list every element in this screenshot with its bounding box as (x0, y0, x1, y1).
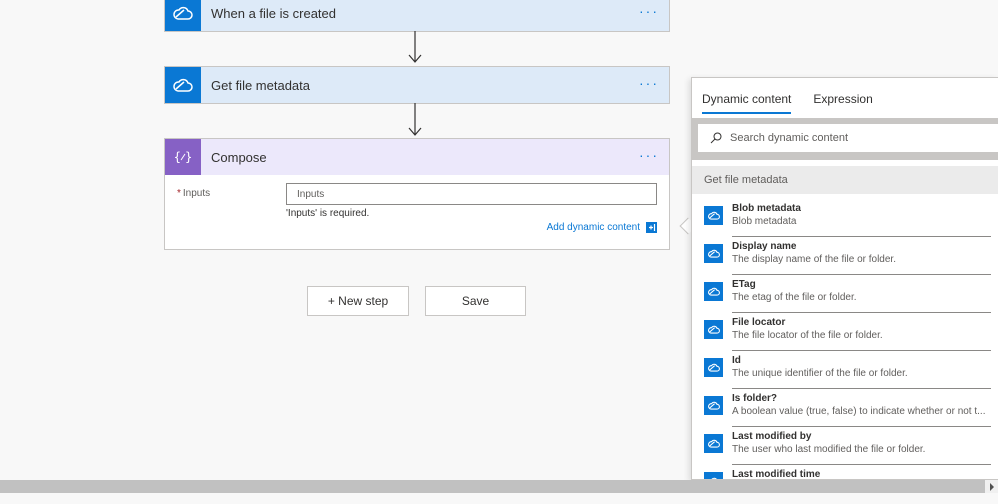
tab-expression[interactable]: Expression (813, 92, 872, 114)
item-description: Blob metadata (732, 216, 797, 227)
list-item[interactable]: Last modified time (692, 465, 998, 480)
compose-more-icon[interactable]: ··· (639, 147, 659, 163)
compose-card-header[interactable]: { } Compose ··· (165, 139, 669, 175)
cloud-icon (704, 358, 723, 377)
search-dynamic-content-input[interactable] (730, 132, 970, 144)
cloud-icon (704, 320, 723, 339)
dynamic-content-list: Blob metadata Blob metadata Display name… (692, 199, 998, 480)
compose-card-title: Compose (211, 149, 267, 165)
required-mark: * (177, 188, 181, 199)
add-dynamic-content-label: Add dynamic content (546, 222, 640, 233)
add-dynamic-content-link[interactable]: Add dynamic content (547, 222, 657, 233)
inputs-error-text: 'Inputs' is required. (286, 208, 370, 219)
item-title: Blob metadata (732, 203, 801, 214)
item-description: The etag of the file or folder. (732, 292, 857, 303)
trigger-card-header[interactable]: When a file is created ··· (165, 0, 669, 31)
list-item[interactable]: File locator The file locator of the fil… (692, 313, 998, 351)
search-container (692, 118, 998, 160)
compose-card-body: *Inputs 'Inputs' is required. Add dynami… (165, 175, 669, 249)
scroll-right-icon[interactable] (985, 480, 998, 493)
trigger-card-title: When a file is created (211, 5, 337, 21)
item-title: ETag (732, 279, 756, 290)
trigger-more-icon[interactable]: ··· (639, 3, 659, 19)
list-item[interactable]: ETag The etag of the file or folder. (692, 275, 998, 313)
new-step-button[interactable]: + New step (307, 286, 409, 316)
group-header: Get file metadata (692, 166, 998, 194)
bottom-strip (0, 493, 998, 504)
item-description: The user who last modified the file or f… (732, 444, 926, 455)
connector-arrow-icon (408, 103, 422, 136)
cloud-icon (704, 206, 723, 225)
save-button[interactable]: Save (425, 286, 526, 316)
search-icon (710, 132, 722, 144)
cloud-icon (704, 472, 723, 479)
item-title: File locator (732, 317, 786, 328)
metadata-more-icon[interactable]: ··· (639, 75, 659, 91)
inputs-field[interactable] (286, 183, 657, 205)
tab-dynamic-content[interactable]: Dynamic content (702, 92, 792, 114)
horizontal-scrollbar[interactable] (0, 480, 998, 493)
metadata-card-header[interactable]: Get file metadata ··· (165, 67, 669, 103)
inputs-label-text: Inputs (182, 188, 211, 199)
item-title: Id (732, 355, 741, 366)
search-box[interactable] (698, 124, 998, 152)
panel-tabs: Dynamic content Expression (702, 92, 895, 114)
item-title: Last modified by (732, 431, 812, 442)
compose-card[interactable]: { } Compose ··· *Inputs 'Inputs' is requ… (164, 138, 670, 250)
list-item[interactable]: Id The unique identifier of the file or … (692, 351, 998, 389)
add-dynamic-content-icon (646, 222, 657, 233)
scrollbar-thumb[interactable] (0, 480, 985, 493)
metadata-card-title: Get file metadata (211, 77, 310, 93)
connector-arrow-icon (408, 31, 422, 63)
dynamic-content-panel: Dynamic content Expression Get file meta… (691, 77, 998, 480)
cloud-icon (704, 434, 723, 453)
cloud-icon (165, 67, 201, 103)
inputs-label: * Inputs (177, 188, 210, 199)
list-item[interactable]: Is folder? A boolean value (true, false)… (692, 389, 998, 427)
item-description: A boolean value (true, false) to indicat… (732, 406, 986, 417)
list-item[interactable]: Blob metadata Blob metadata (692, 199, 998, 237)
item-description: The unique identifier of the file or fol… (732, 368, 908, 379)
cloud-icon (165, 0, 201, 31)
compose-braces-icon: { } (165, 139, 201, 175)
item-title: Is folder? (732, 393, 778, 404)
item-title: Last modified time (732, 469, 821, 480)
cloud-icon (704, 244, 723, 263)
metadata-card[interactable]: Get file metadata ··· (164, 66, 670, 104)
item-title: Display name (732, 241, 797, 252)
cloud-icon (704, 282, 723, 301)
trigger-card[interactable]: When a file is created ··· (164, 0, 670, 32)
item-description: The file locator of the file or folder. (732, 330, 883, 341)
list-item[interactable]: Display name The display name of the fil… (692, 237, 998, 275)
list-item[interactable]: Last modified by The user who last modif… (692, 427, 998, 465)
item-description: The display name of the file or folder. (732, 254, 896, 265)
cloud-icon (704, 396, 723, 415)
